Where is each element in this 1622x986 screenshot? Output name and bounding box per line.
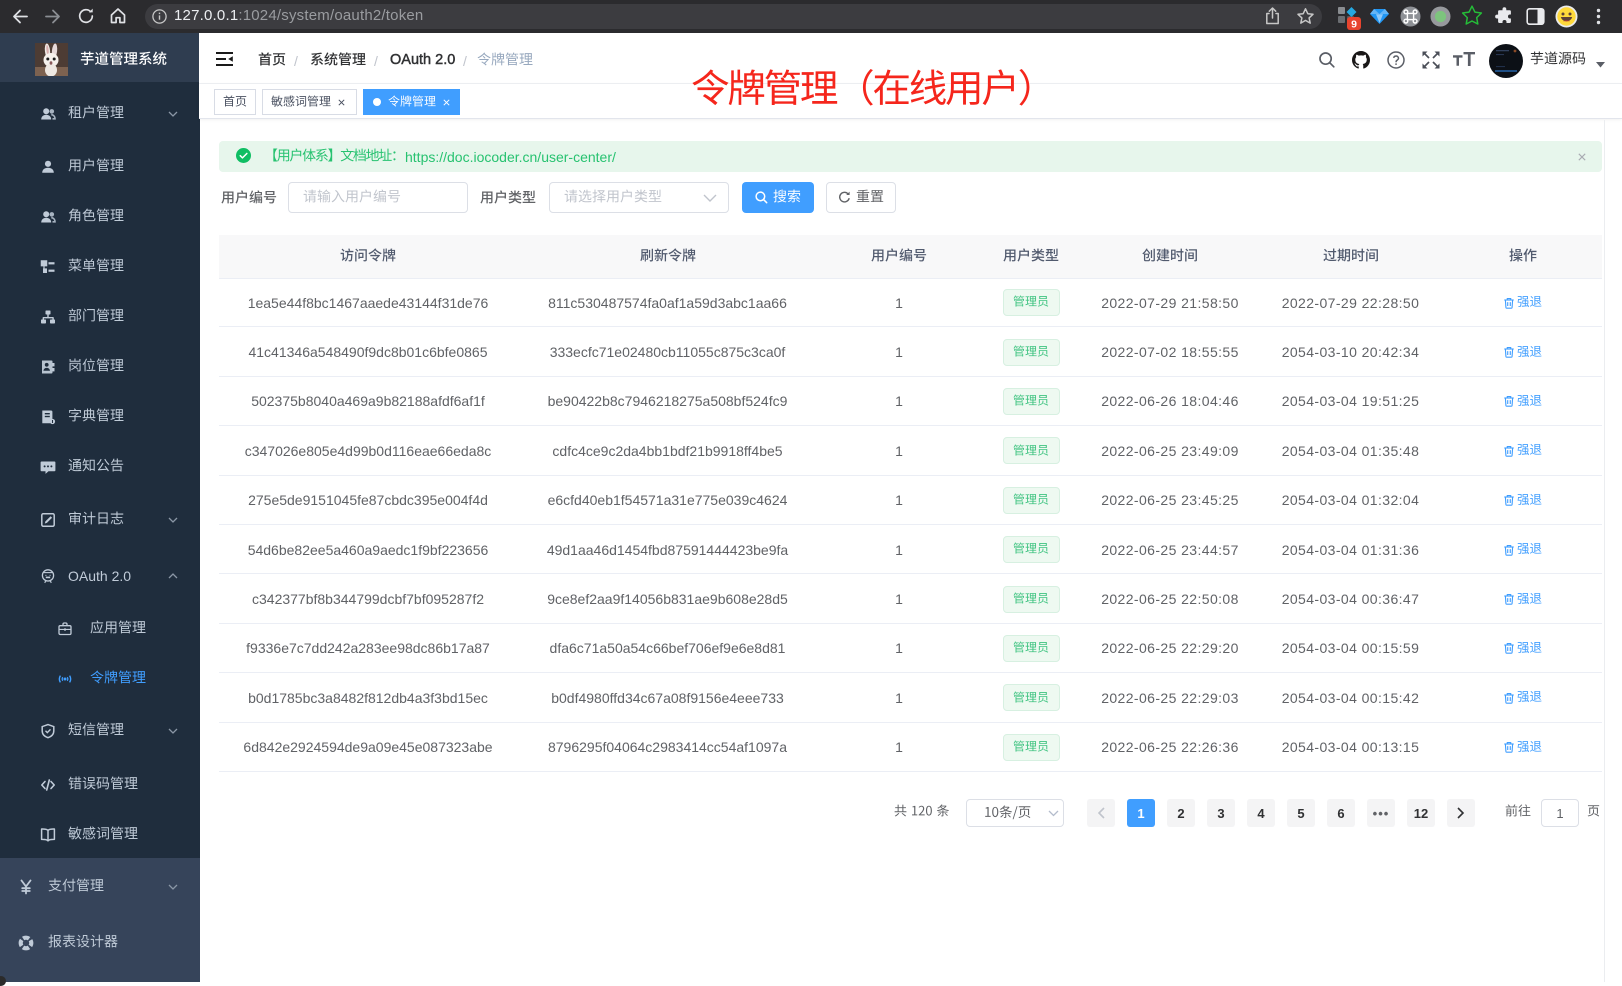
svg-text:9: 9: [1351, 19, 1357, 31]
